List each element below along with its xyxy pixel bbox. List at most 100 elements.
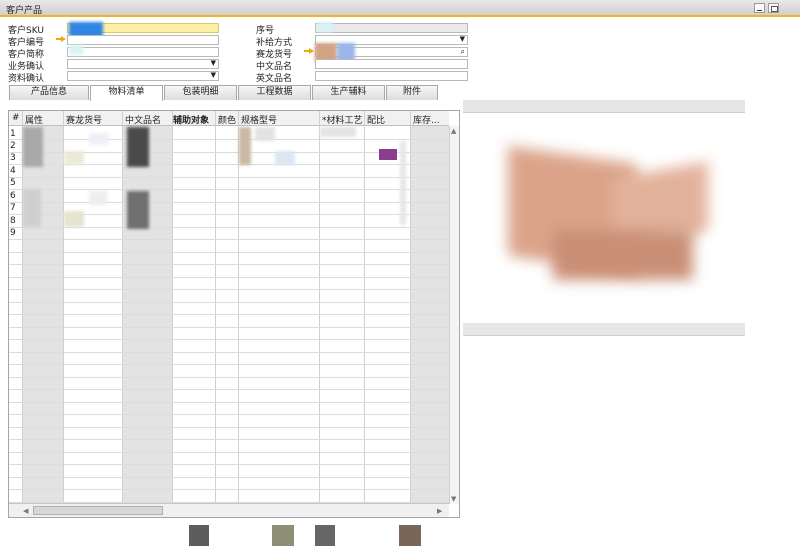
row-divider <box>9 139 449 140</box>
tab-attachments[interactable]: 附件 <box>386 85 438 100</box>
stock-column <box>410 126 449 504</box>
col-header-material-process[interactable]: *材料工艺 <box>322 113 363 126</box>
row-divider <box>9 289 449 290</box>
scroll-left-icon[interactable]: ◀ <box>23 507 28 515</box>
business-confirm-select[interactable]: ▼ <box>67 59 219 69</box>
row-divider <box>9 377 449 378</box>
row-divider <box>9 439 449 440</box>
english-name-field[interactable] <box>315 71 468 81</box>
col-header-attribute[interactable]: 属性 <box>25 113 43 126</box>
column-divider <box>22 111 23 504</box>
row-divider <box>9 414 449 415</box>
column-divider <box>122 111 123 504</box>
row-divider <box>9 252 449 253</box>
col-header-spec-model[interactable]: 规格型号 <box>241 113 277 126</box>
row-divider <box>9 427 449 428</box>
chevron-down-icon: ▼ <box>459 35 465 43</box>
row-divider <box>9 264 449 265</box>
customer-code-field[interactable] <box>67 35 219 45</box>
redacted-cell <box>89 191 107 205</box>
redacted-cell <box>320 127 356 137</box>
col-header-ratio[interactable]: 配比 <box>367 113 385 126</box>
customer-short-name-field[interactable] <box>67 47 219 57</box>
row-divider <box>9 364 449 365</box>
column-divider <box>172 111 173 504</box>
row-divider <box>9 452 449 453</box>
search-icon[interactable]: ⌕ <box>461 47 465 57</box>
redacted-block <box>69 45 83 55</box>
row-divider <box>9 464 449 465</box>
attribute-column <box>22 126 63 504</box>
color-swatch <box>272 525 294 546</box>
row-divider <box>9 277 449 278</box>
row-divider <box>9 489 449 490</box>
row-divider <box>9 339 449 340</box>
col-header-chinese-name[interactable]: 中文品名 <box>125 113 161 126</box>
row-number: 7 <box>10 203 16 213</box>
scroll-down-icon[interactable]: ▼ <box>451 495 456 503</box>
column-divider <box>238 111 239 504</box>
panel-header <box>463 100 745 113</box>
horizontal-scroll-thumb[interactable] <box>33 506 163 515</box>
tab-bill-of-materials[interactable]: 物料清单 <box>90 85 163 101</box>
tab-packaging-details[interactable]: 包装明细 <box>164 85 237 100</box>
row-number: 2 <box>10 141 16 151</box>
materials-grid[interactable]: # 属性 赛龙货号 中文品名 辅助对象 颜色 规格型号 *材料工艺 配比 库存.… <box>8 110 460 518</box>
redacted-cell <box>127 127 149 167</box>
secondary-image-panel <box>463 323 745 523</box>
row-divider <box>9 327 449 328</box>
redacted-cell <box>400 141 406 225</box>
window-title: 客户产品 <box>6 6 43 16</box>
tab-product-info[interactable]: 产品信息 <box>9 85 89 100</box>
redacted-cell <box>275 151 295 165</box>
row-number: 1 <box>10 129 16 139</box>
column-divider <box>63 111 64 504</box>
row-number: 9 <box>10 228 16 238</box>
redacted-cell <box>255 127 275 141</box>
scroll-right-icon[interactable]: ▶ <box>437 507 442 515</box>
redacted-cell <box>127 191 149 229</box>
color-swatch <box>315 525 335 546</box>
row-divider <box>9 202 449 203</box>
link-arrow-icon[interactable] <box>56 36 66 42</box>
row-divider <box>9 177 449 178</box>
product-image-panel <box>463 100 745 310</box>
minimize-button[interactable] <box>754 3 765 13</box>
tab-engineering-data[interactable]: 工程数据 <box>238 85 311 100</box>
row-number: 4 <box>10 166 16 176</box>
panel-header <box>463 323 745 336</box>
row-divider <box>9 402 449 403</box>
tab-production-accessories[interactable]: 生产辅料 <box>312 85 385 100</box>
row-divider <box>9 302 449 303</box>
row-divider <box>9 314 449 315</box>
redacted-cell <box>89 133 109 145</box>
column-divider <box>364 111 365 504</box>
col-header-item-no[interactable]: 赛龙货号 <box>66 113 102 126</box>
chinese-name-column <box>122 126 172 504</box>
column-divider <box>319 111 320 504</box>
redacted-cell <box>23 127 43 167</box>
column-divider <box>410 111 411 504</box>
data-confirm-select[interactable]: ▼ <box>67 71 219 81</box>
chinese-name-field[interactable] <box>315 59 468 69</box>
col-header-color[interactable]: 颜色 <box>218 113 236 126</box>
grid-header: # 属性 赛龙货号 中文品名 辅助对象 颜色 规格型号 *材料工艺 配比 库存.… <box>9 111 449 126</box>
horizontal-scrollbar[interactable]: ◀ ▶ <box>9 503 449 517</box>
color-swatch <box>189 525 209 546</box>
chevron-down-icon: ▼ <box>210 59 216 67</box>
row-divider <box>9 352 449 353</box>
row-divider <box>9 477 449 478</box>
maximize-button[interactable] <box>768 3 779 13</box>
color-swatch <box>399 525 421 546</box>
row-number: 6 <box>10 191 16 201</box>
vertical-scrollbar[interactable]: ▲ ▼ <box>449 126 459 504</box>
redacted-cell <box>64 151 84 165</box>
row-divider <box>9 389 449 390</box>
scroll-up-icon[interactable]: ▲ <box>451 127 456 135</box>
redacted-block <box>317 22 333 32</box>
col-header-aux-object[interactable]: 辅助对象 <box>173 113 209 126</box>
chevron-down-icon: ▼ <box>210 71 216 79</box>
english-name-label: 英文品名 <box>256 74 293 84</box>
link-arrow-icon[interactable] <box>304 48 314 54</box>
col-header-stock[interactable]: 库存... <box>413 113 440 126</box>
